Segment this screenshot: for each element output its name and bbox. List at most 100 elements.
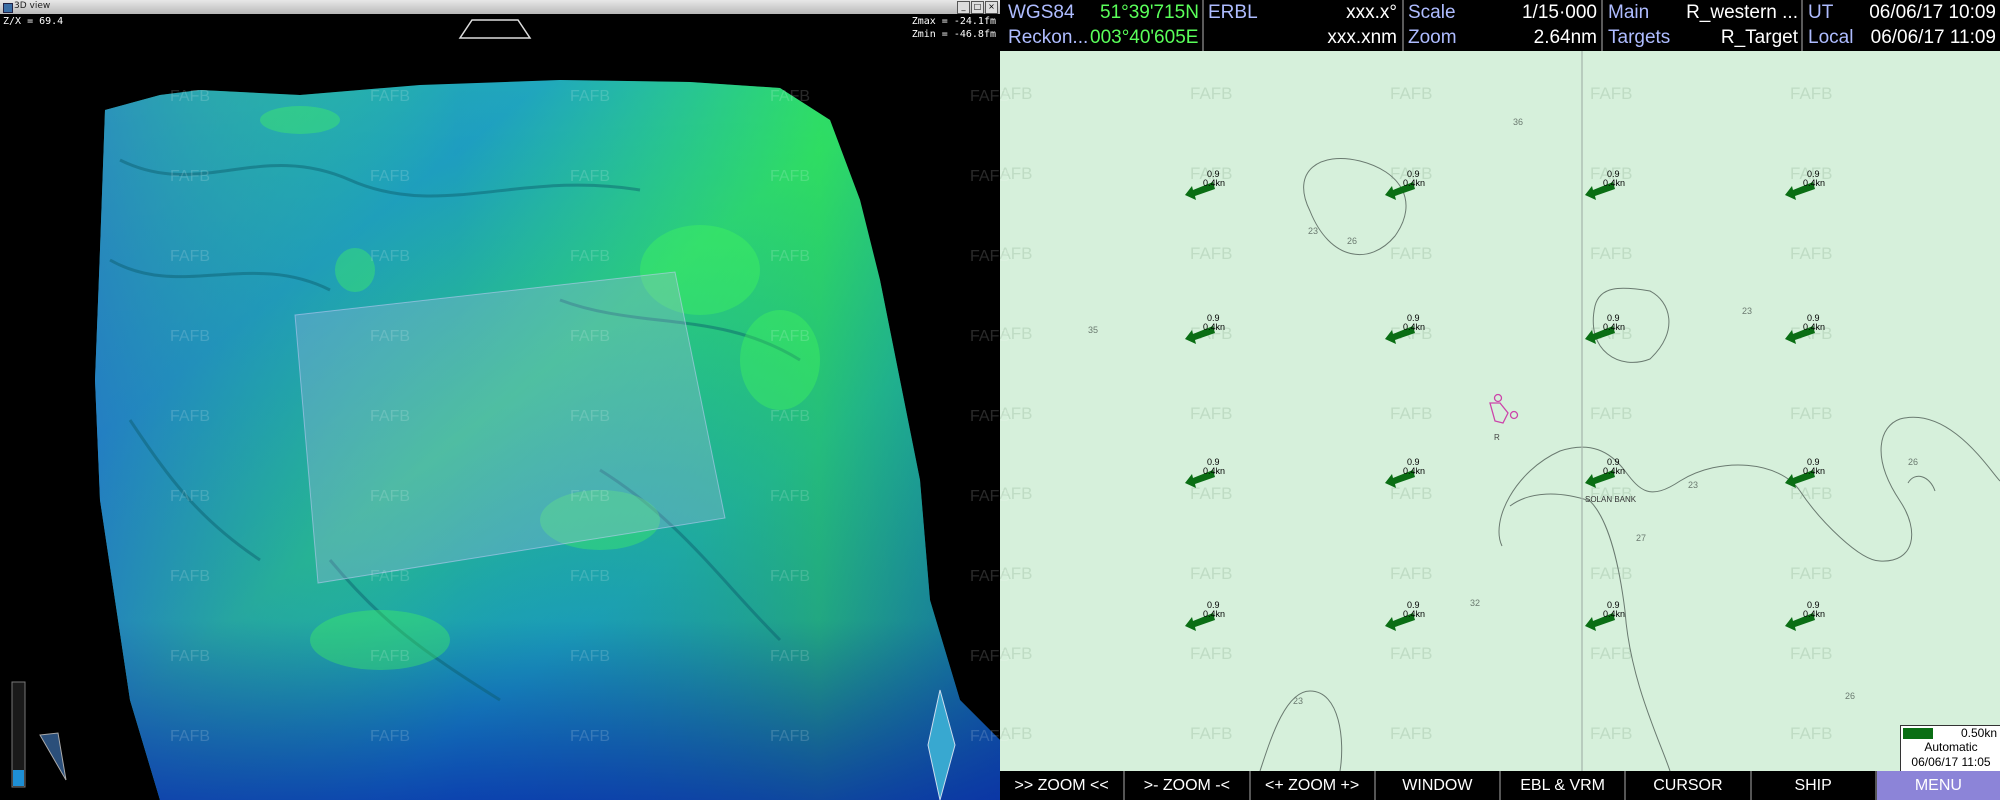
watermark-text: FAFB <box>1790 724 1833 743</box>
watermark-text: FAFB <box>1590 724 1633 743</box>
ship-button[interactable]: SHIP <box>1752 771 1877 800</box>
watermark-text: FAFB <box>970 328 1011 345</box>
close-icon[interactable]: × <box>985 1 998 14</box>
watermark-text: FAFB <box>370 88 411 105</box>
watermark-text: FAFB <box>170 328 211 345</box>
depth-sounding: 36 <box>1513 117 1523 127</box>
watermark-text: FAFB <box>570 408 611 425</box>
contour-line <box>1498 416 2000 562</box>
ebl-vrm-button[interactable]: EBL & VRM <box>1501 771 1627 800</box>
zmax-readout: Zmax = -24.1fm <box>911 16 996 27</box>
watermark-text: FAFB <box>370 568 411 585</box>
watermark-text: FAFB <box>1190 724 1233 743</box>
watermark-text: FAFB <box>1790 564 1833 583</box>
current-speed-label: 0.4kn <box>1403 466 1425 476</box>
current-speed-label: 0.4kn <box>1203 609 1225 619</box>
window-button[interactable]: WINDOW <box>1376 771 1501 800</box>
minimize-icon[interactable]: _ <box>957 1 970 14</box>
current-scale-bar <box>1903 728 1933 739</box>
watermark-text: FAFB <box>1190 564 1233 583</box>
watermark-text: FAFB <box>1590 564 1633 583</box>
watermark-text: FAFB <box>370 648 411 665</box>
watermark-text: FAFB <box>570 568 611 585</box>
watermark-text: FAFB <box>970 728 1011 745</box>
current-speed-label: 0.4kn <box>1803 322 1825 332</box>
zoom-area-button[interactable]: <+ ZOOM +> <box>1251 771 1376 800</box>
current-speed-label: 0.4kn <box>1603 178 1625 188</box>
nautical-chart[interactable]: FAFB FAFB FAFB FAFB FAFB FAFB FAFB FAFB FAFB FAFB… <box>1000 51 2000 771</box>
depth-sounding: 23 <box>1308 226 1318 236</box>
watermark-text: FAFB <box>1790 404 1833 423</box>
maximize-icon[interactable]: □ <box>971 1 984 14</box>
watermark-text: FAFB <box>570 168 611 185</box>
depth-sounding: 23 <box>1688 480 1698 490</box>
watermark-text: FAFB <box>570 648 611 665</box>
chart-canvas[interactable]: FAFB FAFB FAFB FAFB FAFB FAFB FAFB FAFB FAFB FAFB… <box>1000 51 2000 771</box>
longitude-value: 003°40'605E <box>1090 27 1199 48</box>
scale-value[interactable]: 1/15·000 <box>1480 0 1597 25</box>
watermark-text: FAFB <box>770 88 811 105</box>
3d-view-titlebar: 3D view _ □ × <box>0 0 1000 14</box>
watermark-text: FAFB <box>1190 84 1233 103</box>
watermark-text: FAFB <box>370 408 411 425</box>
watermark-text: FAFB <box>1190 404 1233 423</box>
zx-ratio: Z/X = 69.4 <box>3 16 64 27</box>
watermark-text: FAFB <box>570 328 611 345</box>
watermark-text: FAFB <box>170 248 211 265</box>
watermark-text: FAFB <box>570 248 611 265</box>
watermark-text: FAFB <box>1390 484 1433 503</box>
window-controls: _ □ × <box>957 1 998 14</box>
current-speed-label: 0.4kn <box>1803 466 1825 476</box>
watermark-text: FAFB <box>770 408 811 425</box>
position-mode[interactable]: Reckon... <box>1008 25 1088 50</box>
own-ship-icon[interactable] <box>1489 393 1519 424</box>
contour-line <box>1907 475 1936 492</box>
watermark-text: FAFB <box>170 568 211 585</box>
watermark-text: FAFB <box>570 728 611 745</box>
watermark-text: FAFB <box>970 648 1011 665</box>
current-speed-label: 0.4kn <box>1403 322 1425 332</box>
zmin-readout: Zmin = -46.8fm <box>911 29 996 40</box>
watermark-text: FAFB <box>1390 644 1433 663</box>
watermark-text: FAFB <box>170 728 211 745</box>
erbl-bearing: xxx.x° <box>1346 2 1397 23</box>
chart-window: WGS84 51°39'715N Reckon... 003°40'605E E… <box>1000 0 2000 800</box>
terrain-3d-render[interactable] <box>0 14 1000 800</box>
main-layer-label: Main <box>1608 2 1650 23</box>
ut-time: 06/06/17 10:09 <box>1869 2 1996 23</box>
current-speed-label: 0.4kn <box>1203 178 1225 188</box>
watermark-text: FAFB <box>170 88 211 105</box>
watermark-text: FAFB <box>1390 724 1433 743</box>
ut-label: UT <box>1808 2 1834 23</box>
watermark-text: FAFB <box>770 648 811 665</box>
zoom-out-button[interactable]: >- ZOOM -< <box>1125 771 1251 800</box>
watermark-text: FAFB <box>1390 564 1433 583</box>
targets-value[interactable]: R_Target <box>1680 25 1798 50</box>
watermark-text: FAFB <box>1390 244 1433 263</box>
tilt-control-icon[interactable] <box>39 732 67 781</box>
watermark-text: FAFB <box>170 408 211 425</box>
command-bar: >> ZOOM << >- ZOOM -< <+ ZOOM +> WINDOW … <box>1000 771 2000 800</box>
watermark-text: FAFB <box>1790 244 1833 263</box>
cursor-button[interactable]: CURSOR <box>1626 771 1752 800</box>
datum-label: WGS84 <box>1008 2 1075 23</box>
current-speed-label: 0.4kn <box>1803 178 1825 188</box>
current-mode[interactable]: Automatic <box>1901 740 2000 754</box>
erbl-label[interactable]: ERBL <box>1208 0 1258 25</box>
current-speed-label: 0.4kn <box>1603 322 1625 332</box>
watermark-text: FAFB <box>570 88 611 105</box>
current-arrow-icon: 0.90.4kn <box>1585 600 1625 631</box>
current-arrow-icon: 0.90.4kn <box>1385 600 1425 631</box>
main-layer-value[interactable]: R_western ... <box>1680 0 1798 25</box>
watermark-text: FAFB <box>970 168 1011 185</box>
watermark-text: FAFB <box>970 88 1011 105</box>
current-arrow-icon: 0.90.4kn <box>1785 600 1825 631</box>
menu-button[interactable]: MENU <box>1876 771 2000 800</box>
watermark-text: FAFB <box>1590 244 1633 263</box>
zoom-label: Zoom <box>1408 27 1457 48</box>
zoom-in-button[interactable]: >> ZOOM << <box>1000 771 1126 800</box>
watermark-text: FAFB <box>1390 84 1433 103</box>
zoom-value[interactable]: 2.64nm <box>1480 25 1597 50</box>
watermark-text: FAFB <box>170 648 211 665</box>
watermark-text: FAFB <box>770 488 811 505</box>
